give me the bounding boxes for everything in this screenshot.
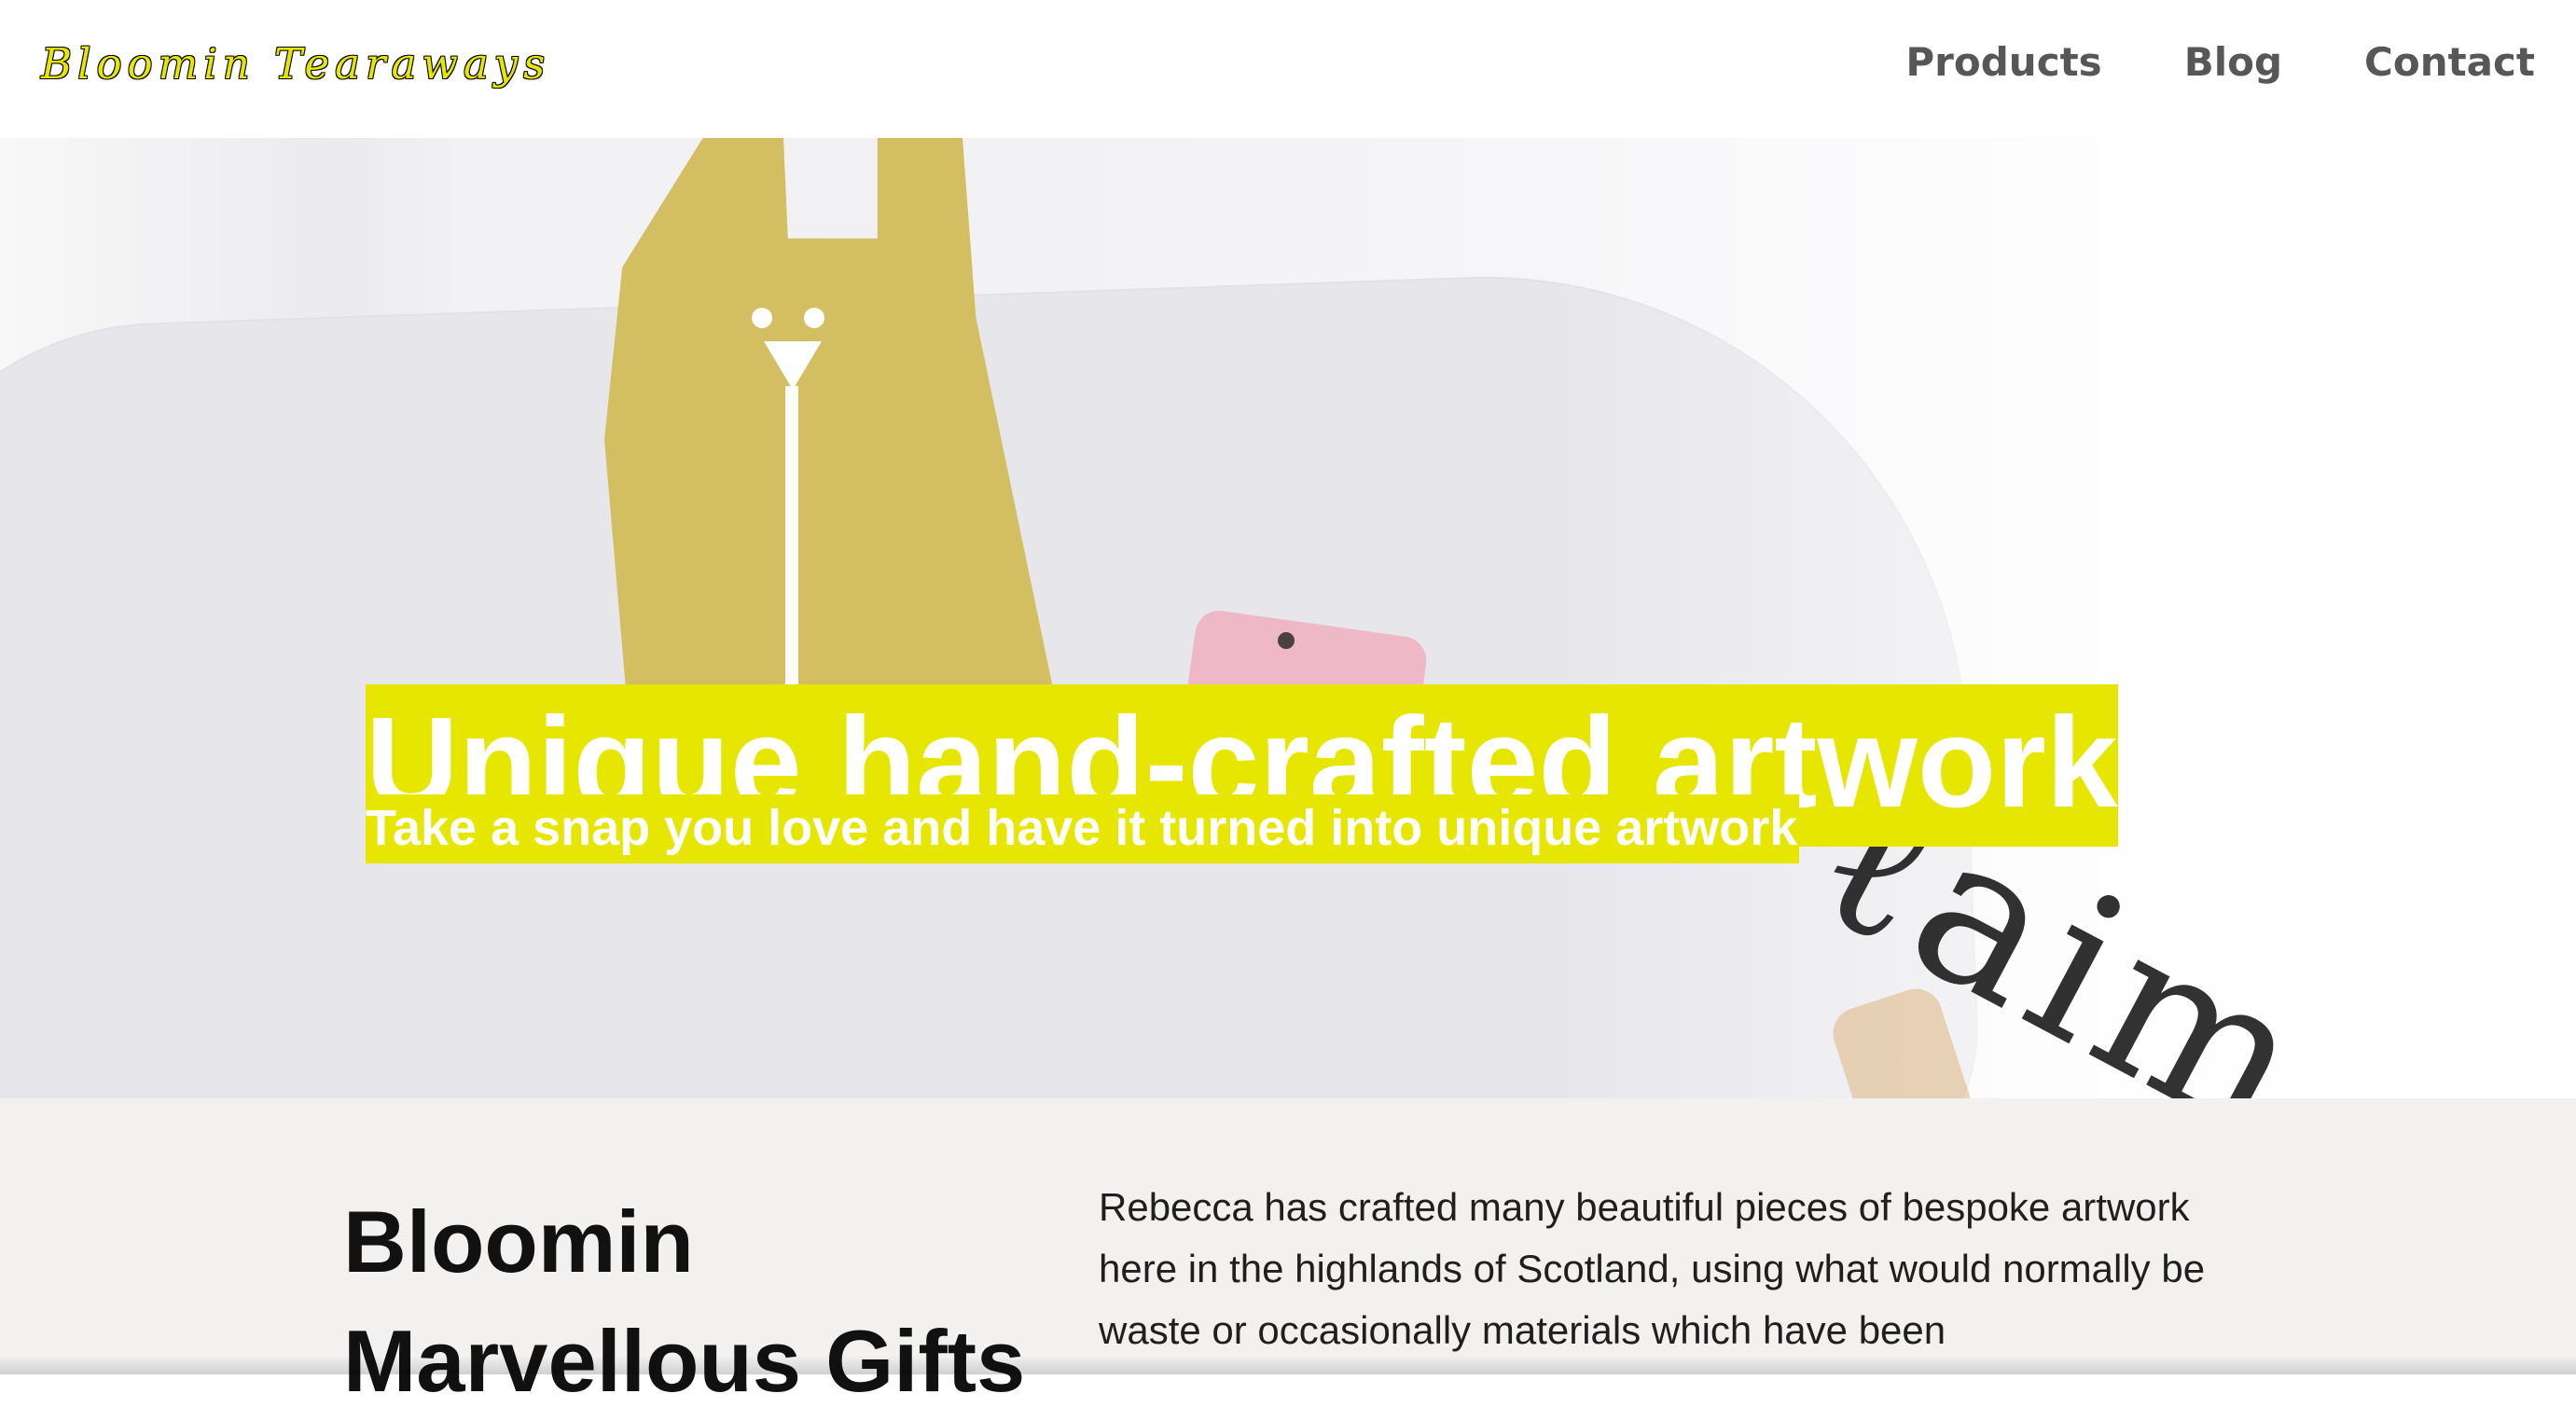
- about-description: Rebecca has crafted many beautiful piece…: [1099, 1185, 2206, 1352]
- nav-link-products[interactable]: Products: [1905, 39, 2101, 85]
- page-bottom-shadow: [0, 1356, 2576, 1374]
- site-logo-text[interactable]: Bloomin Tearaways: [41, 39, 550, 89]
- bunny-left-eye: [752, 308, 772, 328]
- bunny-right-eye: [804, 308, 824, 328]
- nav-link-blog[interactable]: Blog: [2184, 39, 2282, 85]
- main-navigation: Products Blog Contact: [1905, 39, 2535, 85]
- site-header: Bloomin Tearaways Products Blog Contact: [0, 0, 2576, 132]
- pink-artwork-eye: [1278, 632, 1295, 649]
- hero-subtitle: Take a snap you love and have it turned …: [366, 794, 1800, 863]
- about-heading: Bloomin Marvellous Gifts: [343, 1193, 1025, 1410]
- nav-link-contact[interactable]: Contact: [2364, 39, 2535, 85]
- hero-banner: ℓaim Unique hand-crafted artwork Take a …: [0, 138, 2576, 1098]
